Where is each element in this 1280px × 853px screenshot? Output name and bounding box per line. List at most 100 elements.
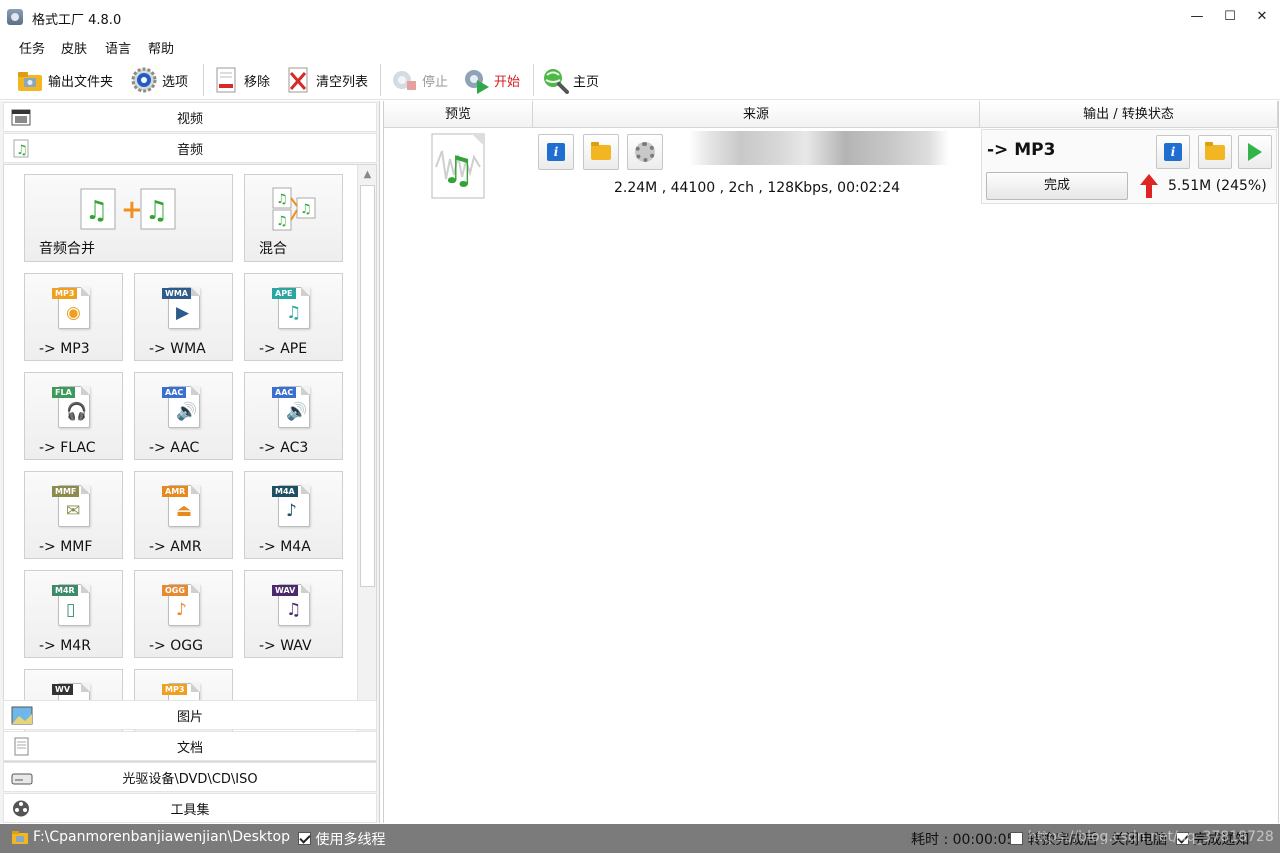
toolbar-separator bbox=[380, 64, 381, 96]
checkbox-checked-icon[interactable] bbox=[298, 832, 311, 845]
audio-tile[interactable]: WMA ▶ -> WMA bbox=[134, 273, 233, 361]
audio-mix-icon: ♫ ♫ ♫ bbox=[269, 186, 319, 232]
category-audio[interactable]: ♫ 音频 bbox=[3, 133, 377, 163]
output-folder-button[interactable] bbox=[1198, 135, 1232, 169]
info-icon: i bbox=[1164, 143, 1182, 161]
elapsed-time: 耗时 : 00:00:05 bbox=[911, 832, 1016, 848]
globe-search-icon bbox=[541, 66, 569, 94]
category-video[interactable]: 视频 bbox=[3, 102, 377, 132]
source-folder-button[interactable] bbox=[583, 134, 619, 170]
close-button[interactable]: ✕ bbox=[1251, 6, 1273, 28]
category-document[interactable]: 文档 bbox=[3, 731, 377, 761]
device-icon: AMR ⏏ bbox=[162, 483, 206, 529]
home-label: 主页 bbox=[573, 74, 600, 90]
format-glyph: ♪ bbox=[286, 501, 297, 521]
scroll-thumb[interactable] bbox=[360, 185, 375, 587]
category-tools[interactable]: 工具集 bbox=[3, 793, 377, 823]
music-cd-icon: APE ♫ bbox=[272, 285, 316, 331]
audio-tile-label: -> MMF bbox=[39, 539, 93, 555]
format-badge: AAC bbox=[162, 387, 187, 398]
format-glyph: ♫ bbox=[286, 600, 302, 620]
status-done-button[interactable]: 完成 bbox=[986, 172, 1128, 200]
format-badge: OGG bbox=[162, 585, 188, 596]
output-folder-button[interactable]: 输出文件夹 bbox=[16, 63, 113, 97]
checkbox-unchecked-icon[interactable] bbox=[1010, 832, 1023, 845]
audio-tile-label: -> FLAC bbox=[39, 440, 96, 456]
output-folder-label: 输出文件夹 bbox=[48, 74, 114, 90]
audio-tile[interactable]: ♫ ♫ ♫ 混合 bbox=[244, 174, 343, 262]
vertical-scrollbar[interactable]: ▲ ▼ bbox=[357, 165, 376, 761]
audio-tile-label: -> AAC bbox=[149, 440, 200, 456]
headphones-icon: FLA 🎧 bbox=[52, 384, 96, 430]
menu-skin[interactable]: 皮肤 bbox=[61, 38, 87, 57]
svg-text:♫: ♫ bbox=[276, 214, 288, 229]
audio-tile[interactable]: AAC 🔊 -> AAC bbox=[134, 372, 233, 460]
toolbar: 输出文件夹 选项 移除 清空列表 停止 开始 主页 bbox=[0, 60, 1280, 100]
source-info-button[interactable]: i bbox=[538, 134, 574, 170]
menu-bar: 任务 皮肤 语言 帮助 bbox=[0, 34, 1280, 58]
source-settings-button[interactable] bbox=[627, 134, 663, 170]
svg-text:+: + bbox=[121, 195, 143, 225]
mail-icon: MMF ✉ bbox=[52, 483, 96, 529]
audio-tile[interactable]: M4A ♪ -> M4A bbox=[244, 471, 343, 559]
multithread-checkbox[interactable]: 使用多线程 bbox=[298, 829, 385, 849]
start-icon bbox=[462, 66, 490, 94]
format-glyph: 🔊 bbox=[176, 402, 198, 422]
remove-button[interactable]: 移除 bbox=[212, 63, 270, 97]
play-output-button[interactable] bbox=[1238, 135, 1272, 169]
audio-tile[interactable]: WAV ♫ -> WAV bbox=[244, 570, 343, 658]
maximize-button[interactable]: ☐ bbox=[1219, 6, 1241, 28]
toolbar-separator bbox=[533, 64, 534, 96]
category-panel: 视频 ♫ 音频 ♫ + ♫ 音频合并 ♫ ♫ ♫ 混合 MP3 ◉ -> MP3 WMA ▶ -> WMA… bbox=[0, 101, 380, 823]
audio-tile[interactable]: AAC 🔊 -> AC3 bbox=[244, 372, 343, 460]
play-icon bbox=[1248, 143, 1262, 161]
category-disc[interactable]: 光驱设备\DVD\CD\ISO bbox=[3, 762, 377, 792]
format-glyph: ⏏ bbox=[176, 501, 193, 521]
format-glyph: ✉ bbox=[66, 501, 81, 521]
minimize-button[interactable]: — bbox=[1186, 6, 1208, 28]
column-preview[interactable]: 预览 bbox=[384, 101, 533, 128]
home-button[interactable]: 主页 bbox=[541, 63, 599, 97]
format-glyph: 🎧 bbox=[66, 402, 88, 422]
audio-tile[interactable]: M4R ▯ -> M4R bbox=[24, 570, 123, 658]
music-note-icon: ♫ bbox=[11, 139, 31, 158]
audio-tile[interactable]: AMR ⏏ -> AMR bbox=[134, 471, 233, 559]
menu-language[interactable]: 语言 bbox=[105, 38, 131, 57]
category-picture[interactable]: 图片 bbox=[3, 700, 377, 730]
audio-tile[interactable]: FLA 🎧 -> FLAC bbox=[24, 372, 123, 460]
audio-tile[interactable]: OGG ♪ -> OGG bbox=[134, 570, 233, 658]
task-list: 预览 来源 输出 / 转换状态 ♫ i 2.24M , 44100 , 2ch … bbox=[383, 101, 1279, 823]
menu-help[interactable]: 帮助 bbox=[148, 38, 174, 57]
svg-text:♫: ♫ bbox=[441, 148, 475, 192]
speaker-icon: AAC 🔊 bbox=[162, 384, 206, 430]
column-output-status[interactable]: 输出 / 转换状态 bbox=[980, 101, 1278, 128]
stop-button[interactable]: 停止 bbox=[390, 63, 448, 97]
options-label: 选项 bbox=[162, 74, 189, 90]
column-source[interactable]: 来源 bbox=[533, 101, 980, 128]
audio-tile-label: -> M4R bbox=[39, 638, 91, 654]
window-title: 格式工厂 4.8.0 bbox=[32, 13, 122, 28]
format-glyph: ▯ bbox=[66, 600, 76, 620]
audio-tile-label: -> OGG bbox=[149, 638, 203, 654]
audio-tile-label: -> APE bbox=[259, 341, 308, 357]
folder-small-icon bbox=[12, 830, 28, 848]
output-info-button[interactable]: i bbox=[1156, 135, 1190, 169]
audio-tile[interactable]: MMF ✉ -> MMF bbox=[24, 471, 123, 559]
audio-tile[interactable]: APE ♫ -> APE bbox=[244, 273, 343, 361]
audio-tile[interactable]: ♫ + ♫ 音频合并 bbox=[24, 174, 233, 262]
options-button[interactable]: 选项 bbox=[130, 63, 188, 97]
svg-text:♫: ♫ bbox=[16, 143, 28, 158]
menu-task[interactable]: 任务 bbox=[19, 38, 45, 57]
folder-icon bbox=[1205, 141, 1225, 160]
output-path[interactable]: F:\Cpanmorenbanjiawenjian\Desktop bbox=[33, 829, 290, 845]
scroll-up-arrow-icon[interactable]: ▲ bbox=[360, 167, 375, 182]
format-badge: M4R bbox=[52, 585, 78, 596]
start-button[interactable]: 开始 bbox=[462, 63, 520, 97]
clear-list-button[interactable]: 清空列表 bbox=[284, 63, 368, 97]
gear-icon bbox=[635, 142, 655, 162]
format-badge: MP3 bbox=[162, 684, 188, 695]
audio-tile[interactable]: MP3 ◉ -> MP3 bbox=[24, 273, 123, 361]
speaker-icon: MP3 ◉ bbox=[52, 285, 96, 331]
format-badge: APE bbox=[272, 288, 296, 299]
format-badge: FLA bbox=[52, 387, 75, 398]
